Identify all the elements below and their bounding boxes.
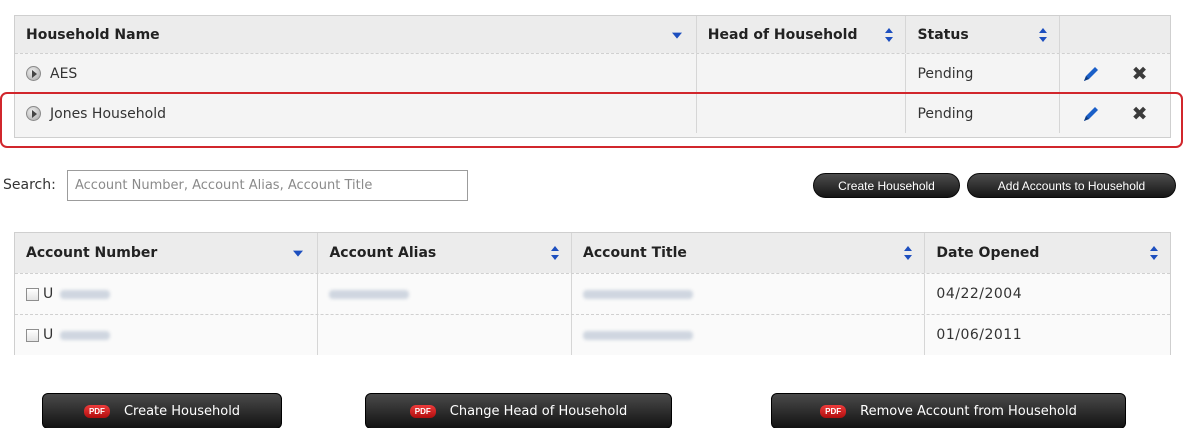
household-name: AES: [50, 65, 78, 82]
head-of-household-cell: [697, 94, 907, 133]
household-name-cell: AES: [15, 54, 697, 93]
head-of-household-cell: [697, 54, 907, 93]
row-checkbox[interactable]: [26, 287, 39, 301]
edit-pencil-icon[interactable]: [1080, 103, 1102, 125]
table-row[interactable]: AES Pending ✖: [15, 53, 1170, 93]
column-household-name[interactable]: Household Name: [15, 16, 697, 53]
pdf-remove-account-button[interactable]: PDF Remove Account from Household: [771, 393, 1126, 428]
pdf-button-label: Create Household: [123, 403, 241, 419]
sort-desc-icon[interactable]: [671, 32, 682, 39]
pdf-icon: PDF: [409, 404, 436, 418]
column-actions: [1060, 16, 1170, 53]
sort-icon[interactable]: [1150, 246, 1158, 260]
pdf-icon: PDF: [820, 404, 847, 418]
pdf-change-head-button[interactable]: PDF Change Head of Household: [365, 393, 672, 428]
expand-icon[interactable]: [26, 106, 41, 121]
account-number-prefix: U: [43, 327, 54, 343]
actions-cell: ✖: [1060, 54, 1170, 93]
expand-icon[interactable]: [26, 66, 41, 81]
date-opened-cell: 01/06/2011: [936, 327, 1023, 343]
sort-icon[interactable]: [885, 27, 894, 42]
column-label: Head of Household: [707, 26, 858, 43]
column-account-title[interactable]: Account Title: [572, 233, 926, 273]
pdf-button-label: Remove Account from Household: [860, 403, 1077, 419]
account-title-cell: [572, 315, 926, 355]
accounts-table: Account Number Account Alias Account Tit…: [14, 232, 1171, 355]
pdf-button-label: Change Head of Household: [449, 403, 628, 419]
add-accounts-to-household-button[interactable]: Add Accounts to Household: [967, 173, 1176, 198]
table-row[interactable]: U 01/06/2011: [15, 314, 1170, 355]
table-row[interactable]: U 04/22/2004: [15, 273, 1170, 314]
household-name: Jones Household: [50, 105, 167, 122]
redacted-account-title: [583, 330, 694, 340]
account-alias-cell: [318, 315, 573, 355]
redacted-account-title: [583, 289, 694, 299]
sort-icon[interactable]: [551, 246, 560, 260]
account-number-cell: U: [15, 274, 319, 314]
pdf-icon: PDF: [83, 404, 110, 418]
sort-desc-icon[interactable]: [293, 250, 304, 257]
edit-pencil-icon[interactable]: [1080, 63, 1102, 85]
household-table: Household Name Head of Household Status …: [14, 15, 1171, 138]
column-label: Status: [917, 26, 969, 43]
pdf-create-household-button[interactable]: PDF Create Household: [42, 393, 282, 428]
redacted-account-number: [59, 289, 110, 299]
household-name-cell: Jones Household: [15, 94, 697, 133]
date-opened-cell: 04/22/2004: [936, 286, 1023, 302]
account-alias-cell: [318, 274, 573, 314]
column-label: Account Title: [583, 245, 687, 261]
column-account-alias[interactable]: Account Alias: [318, 233, 573, 273]
column-status[interactable]: Status: [906, 16, 1061, 53]
delete-x-icon[interactable]: ✖: [1129, 103, 1151, 125]
sort-icon[interactable]: [1039, 27, 1048, 42]
column-date-opened[interactable]: Date Opened: [925, 233, 1170, 273]
redacted-account-alias: [329, 289, 410, 299]
column-label: Account Alias: [329, 245, 437, 261]
column-label: Account Number: [26, 245, 158, 261]
account-number-cell: U: [15, 315, 319, 355]
column-label: Date Opened: [936, 245, 1040, 261]
status-cell: Pending: [906, 94, 1061, 133]
column-head-of-household[interactable]: Head of Household: [697, 16, 907, 53]
sort-icon[interactable]: [904, 246, 913, 260]
delete-x-icon[interactable]: ✖: [1129, 63, 1151, 85]
accounts-table-header: Account Number Account Alias Account Tit…: [15, 233, 1170, 273]
column-account-number[interactable]: Account Number: [15, 233, 319, 273]
account-number-prefix: U: [43, 286, 54, 302]
table-row[interactable]: Jones Household Pending ✖: [15, 93, 1170, 133]
row-checkbox[interactable]: [26, 328, 39, 342]
household-table-header: Household Name Head of Household Status: [15, 16, 1170, 53]
search-input[interactable]: [67, 170, 468, 201]
account-title-cell: [572, 274, 926, 314]
redacted-account-number: [59, 330, 110, 340]
search-label: Search:: [3, 177, 56, 193]
actions-cell: ✖: [1060, 94, 1170, 133]
create-household-button[interactable]: Create Household: [813, 173, 960, 198]
status-cell: Pending: [906, 54, 1061, 93]
column-label: Household Name: [26, 26, 160, 43]
